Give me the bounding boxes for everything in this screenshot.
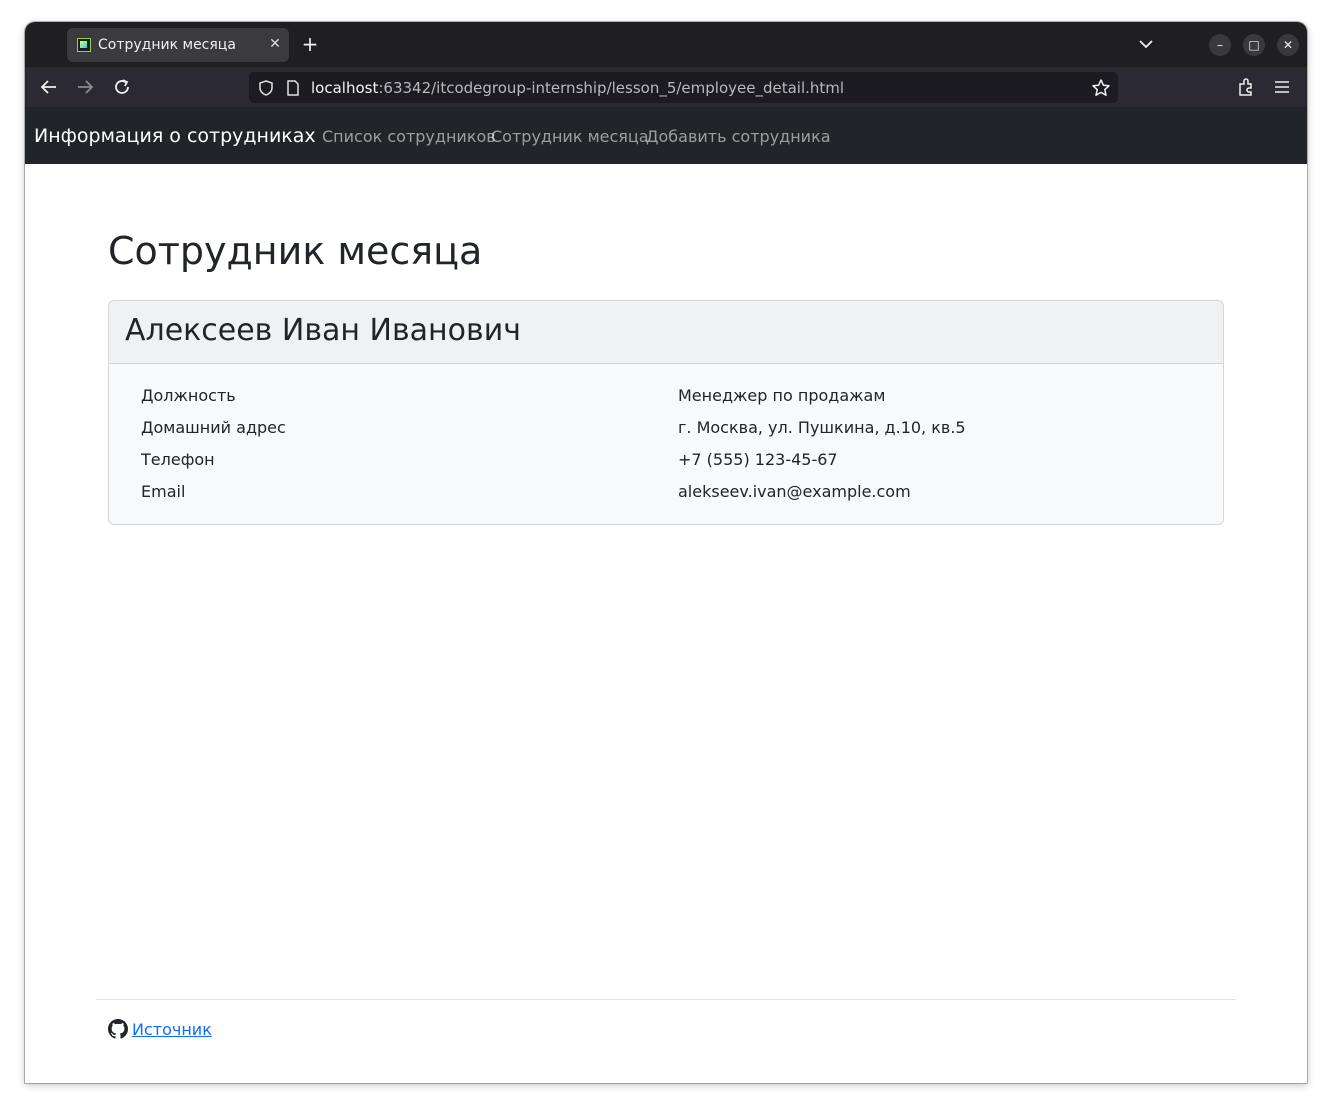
minimize-button[interactable]: – xyxy=(1209,34,1231,56)
shield-icon[interactable] xyxy=(257,79,275,97)
employee-name: Алексеев Иван Иванович xyxy=(125,313,521,348)
tab-close-icon[interactable]: ✕ xyxy=(266,35,284,53)
bookmark-star-icon[interactable] xyxy=(1091,78,1111,98)
new-tab-button[interactable]: + xyxy=(299,33,321,55)
github-icon xyxy=(108,1019,128,1039)
browser-window: Сотрудник месяца ✕ + – □ ✕ localhost:633… xyxy=(25,22,1307,1083)
nav-link-add-employee[interactable]: Добавить сотрудника xyxy=(646,127,831,146)
back-arrow-icon[interactable] xyxy=(38,76,60,98)
field-value-position: Менеджер по продажам xyxy=(678,386,886,405)
navbar-brand[interactable]: Информация о сотрудниках xyxy=(34,125,316,147)
page-icon[interactable] xyxy=(285,79,301,97)
nav-link-employee-list[interactable]: Список сотрудников xyxy=(322,127,496,146)
extensions-icon[interactable] xyxy=(1235,76,1257,98)
employee-card: Алексеев Иван Иванович Должность Менедже… xyxy=(108,300,1224,525)
url-text[interactable]: localhost:63342/itcodegroup-internship/l… xyxy=(311,79,844,97)
tab-title: Сотрудник месяца xyxy=(98,37,236,53)
field-label-address: Домашний адрес xyxy=(141,418,286,437)
site-navbar: Информация о сотрудниках Список сотрудни… xyxy=(25,107,1307,164)
field-value-email: alekseev.ivan@example.com xyxy=(678,482,911,501)
pycharm-favicon-icon xyxy=(77,38,91,52)
field-label-email: Email xyxy=(141,482,186,501)
field-value-address: г. Москва, ул. Пушкина, д.10, кв.5 xyxy=(678,418,966,437)
url-path: :63342/itcodegroup-internship/lesson_5/e… xyxy=(378,79,845,97)
nav-link-employee-of-month[interactable]: Сотрудник месяца xyxy=(491,127,649,146)
chevron-down-icon[interactable] xyxy=(1137,35,1155,53)
browser-tab[interactable]: Сотрудник месяца ✕ xyxy=(67,28,289,62)
close-window-button[interactable]: ✕ xyxy=(1277,34,1299,56)
field-label-position: Должность xyxy=(141,386,236,405)
browser-toolbar: localhost:63342/itcodegroup-internship/l… xyxy=(25,67,1307,107)
forward-arrow-icon[interactable] xyxy=(74,76,96,98)
address-bar[interactable]: localhost:63342/itcodegroup-internship/l… xyxy=(249,72,1118,103)
page-title: Сотрудник месяца xyxy=(108,229,483,273)
field-value-phone: +7 (555) 123-45-67 xyxy=(678,450,838,469)
reload-icon[interactable] xyxy=(111,76,133,98)
menu-icon[interactable] xyxy=(1271,76,1293,98)
footer-divider xyxy=(96,999,1236,1000)
maximize-button[interactable]: □ xyxy=(1243,34,1265,56)
field-label-phone: Телефон xyxy=(141,450,215,469)
url-host: localhost xyxy=(311,79,379,97)
source-link[interactable]: Источник xyxy=(132,1020,212,1039)
card-header: Алексеев Иван Иванович xyxy=(109,301,1223,364)
tab-strip: Сотрудник месяца ✕ + – □ ✕ xyxy=(25,22,1307,67)
